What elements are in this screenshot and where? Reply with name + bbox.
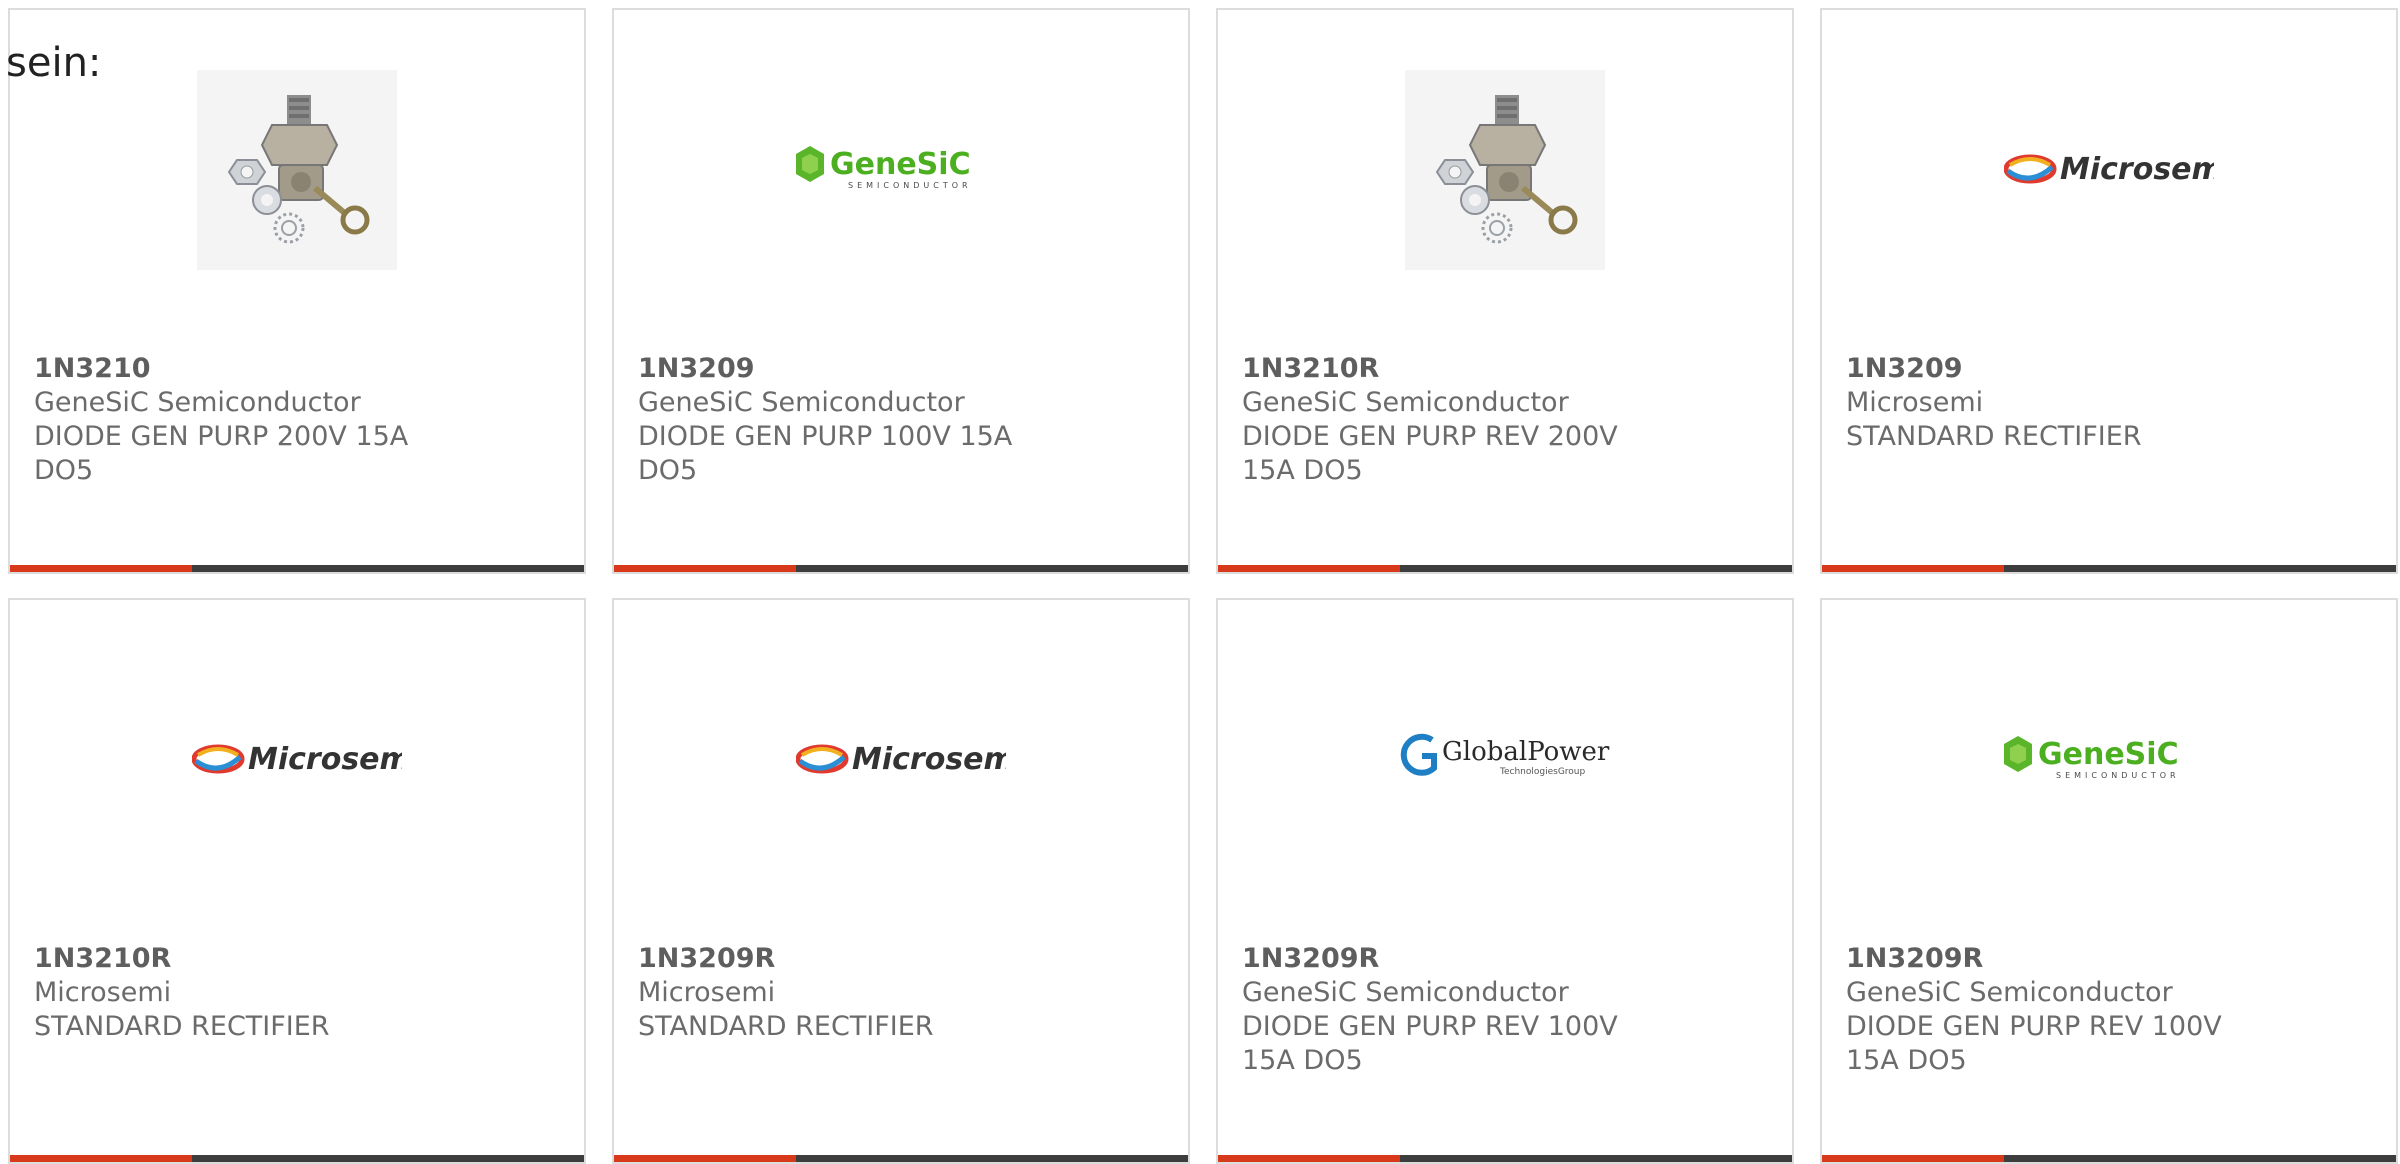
product-image[interactable]: GeneSiC SEMICONDUCTOR bbox=[614, 10, 1188, 330]
product-image[interactable] bbox=[1218, 10, 1792, 330]
product-info: 1N3210R GeneSiC Semiconductor DIODE GEN PU… bbox=[1242, 352, 1768, 488]
card-bottom-bar bbox=[614, 565, 1188, 572]
product-card[interactable]: GlobalPower TechnologiesGroup 1N3209R GeneS… bbox=[1216, 598, 1794, 1164]
product-description: DIODE GEN PURP 100V 15A DO5 bbox=[638, 421, 1013, 486]
svg-text:GlobalPower: GlobalPower bbox=[1442, 737, 1610, 767]
genesic-logo: GeneSiCSEMICONDUCTOR bbox=[796, 146, 972, 190]
card-bottom-bar bbox=[10, 565, 584, 572]
manufacturer: Microsemi bbox=[34, 977, 172, 1008]
product-card[interactable]: 1N3210 GeneSiC Semiconductor DIODE GEN PUR… bbox=[8, 8, 586, 574]
svg-text:Microsemi: Microsemi bbox=[248, 742, 402, 777]
card-accent-bar bbox=[614, 1155, 796, 1162]
card-accent-bar bbox=[1218, 1155, 1400, 1162]
svg-text:Microsemi: Microsemi bbox=[2060, 152, 2214, 187]
product-info: 1N3209 GeneSiC Semiconductor DIODE GEN PUR… bbox=[638, 352, 1164, 488]
product-description: STANDARD RECTIFIER bbox=[638, 1011, 934, 1042]
product-info: 1N3209R Microsemi STANDARD RECTIFIER bbox=[638, 942, 1164, 1044]
product-description: DIODE GEN PURP REV 100V 15A DO5 bbox=[1242, 1011, 1618, 1076]
manufacturer: GeneSiC Semiconductor bbox=[1242, 977, 1569, 1008]
manufacturer: GeneSiC Semiconductor bbox=[34, 387, 361, 418]
product-info: 1N3209R GeneSiC Semiconductor DIODE GEN PU… bbox=[1242, 942, 1768, 1078]
card-accent-bar bbox=[1822, 565, 2004, 572]
card-bottom-bar bbox=[1218, 565, 1792, 572]
svg-text:SEMICONDUCTOR: SEMICONDUCTOR bbox=[2056, 771, 2180, 780]
manufacturer: GeneSiC Semiconductor bbox=[1846, 977, 2173, 1008]
svg-text:GeneSiC: GeneSiC bbox=[2038, 737, 2179, 772]
card-bottom-bar bbox=[1218, 1155, 1792, 1162]
product-info: 1N3210R Microsemi STANDARD RECTIFIER bbox=[34, 942, 560, 1044]
diode-photo bbox=[197, 70, 397, 270]
product-image[interactable]: GeneSiC SEMICONDUCTOR bbox=[1822, 600, 2396, 920]
product-info: 1N3210 GeneSiC Semiconductor DIODE GEN PUR… bbox=[34, 352, 560, 488]
svg-text:SEMICONDUCTOR: SEMICONDUCTOR bbox=[848, 181, 972, 190]
card-accent-bar bbox=[10, 565, 192, 572]
product-card[interactable]: Microsemi1N3210RMicrosemiSTANDARD RECTIF… bbox=[8, 598, 586, 1164]
card-accent-bar bbox=[614, 565, 796, 572]
genesic-logo: GeneSiCSEMICONDUCTOR bbox=[2004, 736, 2180, 780]
card-bottom-bar bbox=[10, 1155, 584, 1162]
card-accent-bar bbox=[1822, 1155, 2004, 1162]
manufacturer: Microsemi bbox=[1846, 387, 1984, 418]
intro-text: sein: bbox=[6, 40, 102, 86]
part-number[interactable]: 1N3210R bbox=[1242, 352, 1768, 386]
product-description: STANDARD RECTIFIER bbox=[34, 1011, 330, 1042]
microsemi-logo: Microsemi bbox=[192, 742, 402, 777]
manufacturer: Microsemi bbox=[638, 977, 776, 1008]
diode-photo bbox=[1405, 70, 1605, 270]
product-grid: 1N3210 GeneSiC Semiconductor DIODE GEN PUR… bbox=[0, 0, 2400, 1164]
part-number[interactable]: 1N3209 bbox=[638, 352, 1164, 386]
product-image[interactable]: Microsemi bbox=[10, 600, 584, 920]
product-card[interactable]: GeneSiC SEMICONDUCTOR 1N3209R GeneSiC Semic… bbox=[1820, 598, 2398, 1164]
product-description: STANDARD RECTIFIER bbox=[1846, 421, 2142, 452]
part-number[interactable]: 1N3210R bbox=[34, 942, 560, 976]
product-card[interactable]: Microsemi1N3209MicrosemiSTANDARD RECTIFI… bbox=[1820, 8, 2398, 574]
manufacturer: GeneSiC Semiconductor bbox=[638, 387, 965, 418]
part-number[interactable]: 1N3209R bbox=[638, 942, 1164, 976]
card-bottom-bar bbox=[1822, 565, 2396, 572]
product-info: 1N3209 Microsemi STANDARD RECTIFIER bbox=[1846, 352, 2372, 454]
product-description: DIODE GEN PURP REV 200V 15A DO5 bbox=[1242, 421, 1618, 486]
product-card[interactable]: 1N3210R GeneSiC Semiconductor DIODE GEN PU… bbox=[1216, 8, 1794, 574]
svg-text:Microsemi: Microsemi bbox=[852, 742, 1006, 777]
globalpower-logo: GlobalPowerTechnologiesGroup bbox=[1400, 733, 1610, 777]
product-info: 1N3209R GeneSiC Semiconductor DIODE GEN PU… bbox=[1846, 942, 2372, 1078]
product-image[interactable]: Microsemi bbox=[1822, 10, 2396, 330]
product-image[interactable]: Microsemi bbox=[614, 600, 1188, 920]
svg-text:TechnologiesGroup: TechnologiesGroup bbox=[1499, 767, 1586, 777]
svg-text:GeneSiC: GeneSiC bbox=[830, 147, 971, 182]
part-number[interactable]: 1N3209R bbox=[1242, 942, 1768, 976]
product-image[interactable]: GlobalPower TechnologiesGroup bbox=[1218, 600, 1792, 920]
part-number[interactable]: 1N3209 bbox=[1846, 352, 2372, 386]
microsemi-logo: Microsemi bbox=[2004, 152, 2214, 187]
product-card[interactable]: Microsemi1N3209RMicrosemiSTANDARD RECTIF… bbox=[612, 598, 1190, 1164]
manufacturer: GeneSiC Semiconductor bbox=[1242, 387, 1569, 418]
product-description: DIODE GEN PURP 200V 15A DO5 bbox=[34, 421, 409, 486]
card-accent-bar bbox=[10, 1155, 192, 1162]
product-card[interactable]: GeneSiC SEMICONDUCTOR 1N3209 GeneSiC Semico… bbox=[612, 8, 1190, 574]
card-bottom-bar bbox=[614, 1155, 1188, 1162]
part-number[interactable]: 1N3209R bbox=[1846, 942, 2372, 976]
card-accent-bar bbox=[1218, 565, 1400, 572]
card-bottom-bar bbox=[1822, 1155, 2396, 1162]
product-description: DIODE GEN PURP REV 100V 15A DO5 bbox=[1846, 1011, 2222, 1076]
microsemi-logo: Microsemi bbox=[796, 742, 1006, 777]
part-number[interactable]: 1N3210 bbox=[34, 352, 560, 386]
